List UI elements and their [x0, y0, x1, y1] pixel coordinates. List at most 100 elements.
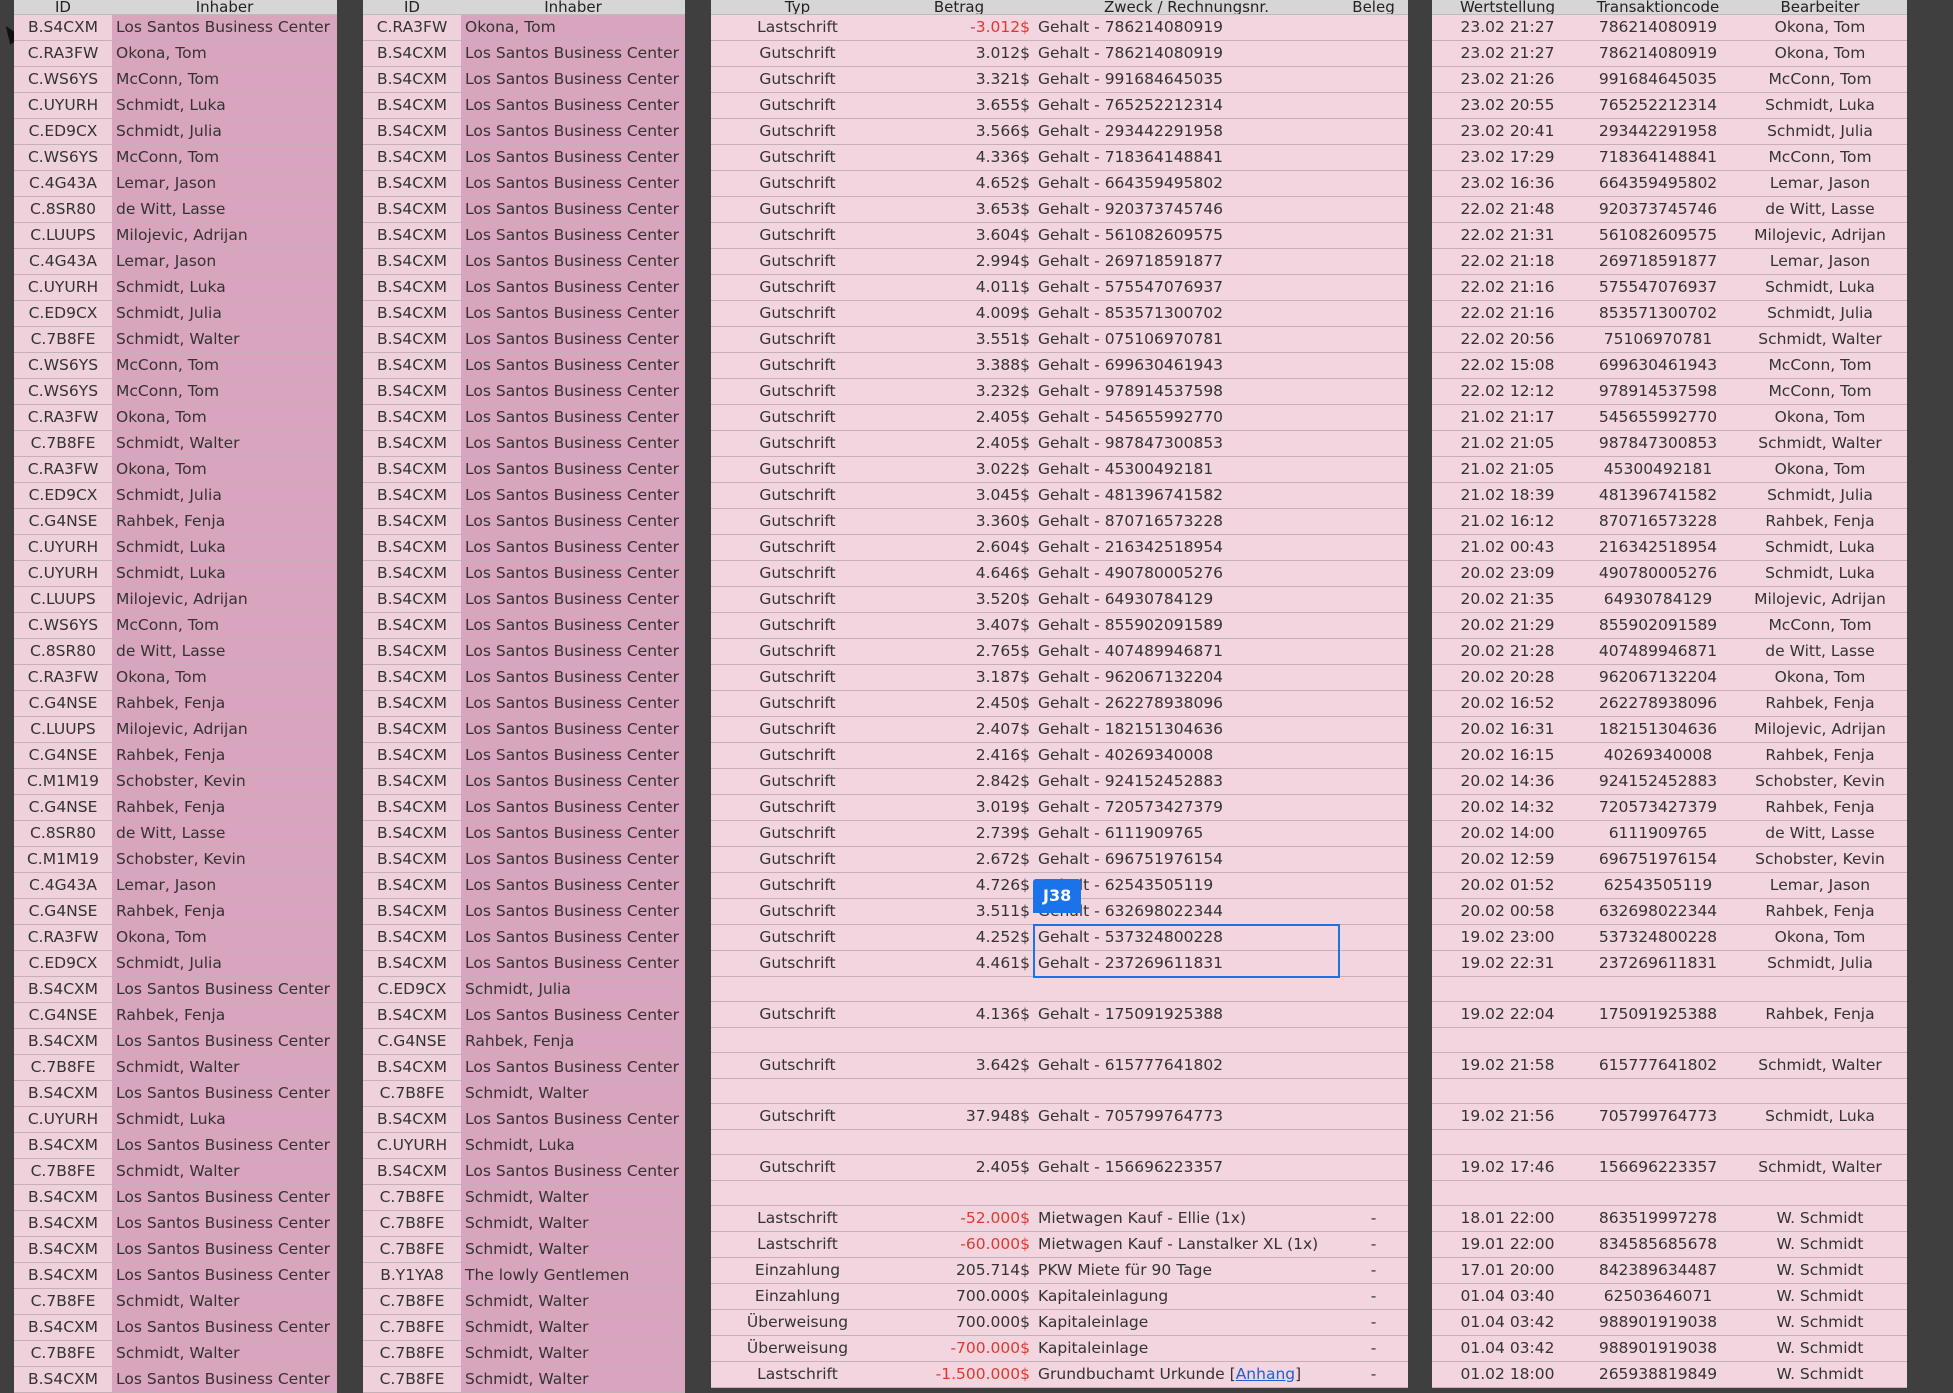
- row-wertstellung[interactable]: 20.02 23:09: [1432, 560, 1583, 587]
- row-partner-id[interactable]: B.S4CXM: [363, 404, 461, 431]
- row-inhaber[interactable]: Milojevic, Adrijan: [112, 716, 337, 743]
- row-id[interactable]: C.RA3FW: [14, 404, 112, 431]
- row-transaktioncode[interactable]: 561082609575: [1583, 222, 1733, 249]
- row-partner-id[interactable]: B.S4CXM: [363, 586, 461, 613]
- row-beleg[interactable]: [1339, 612, 1408, 639]
- row-beleg[interactable]: [1339, 664, 1408, 691]
- row-beleg[interactable]: [1339, 794, 1408, 821]
- row-betrag[interactable]: 4.726$: [884, 872, 1034, 899]
- row-beleg[interactable]: [1339, 66, 1408, 93]
- row-beleg[interactable]: -: [1339, 1335, 1408, 1362]
- row-betrag[interactable]: 3.655$: [884, 92, 1034, 119]
- row-partner-id[interactable]: C.7B8FE: [363, 1366, 461, 1393]
- row-wertstellung[interactable]: 19.02 22:04: [1432, 1001, 1583, 1028]
- row-betrag[interactable]: 2.407$: [884, 716, 1034, 743]
- row-typ[interactable]: [711, 1027, 884, 1053]
- row-beleg[interactable]: [1339, 872, 1408, 899]
- row-betrag[interactable]: 3.520$: [884, 586, 1034, 613]
- row-inhaber[interactable]: Schmidt, Walter: [112, 1340, 337, 1367]
- row-zweck[interactable]: Mietwagen Kauf - Lanstalker XL (1x): [1034, 1231, 1339, 1258]
- row-betrag[interactable]: 2.416$: [884, 742, 1034, 769]
- row-zweck[interactable]: Kapitaleinlage: [1034, 1335, 1339, 1362]
- row-bearbeiter[interactable]: W. Schmidt: [1733, 1205, 1907, 1232]
- row-wertstellung[interactable]: 20.02 01:52: [1432, 872, 1583, 899]
- row-wertstellung[interactable]: 19.02 21:58: [1432, 1052, 1583, 1079]
- row-bearbeiter[interactable]: Schmidt, Walter: [1733, 1154, 1907, 1181]
- row-wertstellung[interactable]: 20.02 21:35: [1432, 586, 1583, 613]
- row-id[interactable]: B.S4CXM: [14, 1132, 112, 1159]
- row-transaktioncode[interactable]: [1583, 1180, 1733, 1206]
- row-betrag[interactable]: 4.252$: [884, 924, 1034, 951]
- row-beleg[interactable]: [1339, 768, 1408, 795]
- row-wertstellung[interactable]: 01.04 03:42: [1432, 1335, 1583, 1362]
- row-inhaber[interactable]: Schmidt, Julia: [112, 118, 337, 145]
- row-partner-inhaber[interactable]: Los Santos Business Center: [461, 924, 685, 951]
- row-beleg[interactable]: [1339, 1052, 1408, 1079]
- row-beleg[interactable]: [1339, 92, 1408, 119]
- row-transaktioncode[interactable]: [1583, 1078, 1733, 1104]
- row-partner-inhaber[interactable]: Los Santos Business Center: [461, 742, 685, 769]
- row-inhaber[interactable]: Schmidt, Walter: [112, 1054, 337, 1081]
- row-bearbeiter[interactable]: Schmidt, Luka: [1733, 1103, 1907, 1130]
- row-transaktioncode[interactable]: 765252212314: [1583, 92, 1733, 119]
- row-betrag[interactable]: 3.022$: [884, 456, 1034, 483]
- row-zweck[interactable]: Gehalt - 262278938096: [1034, 690, 1339, 717]
- row-inhaber[interactable]: Schmidt, Luka: [112, 274, 337, 301]
- anhang-link[interactable]: Anhang: [1236, 1365, 1295, 1383]
- header-wertstellung[interactable]: Wertstellung: [1432, 0, 1583, 15]
- row-zweck[interactable]: Gehalt - 175091925388: [1034, 1001, 1339, 1028]
- row-partner-inhaber[interactable]: Los Santos Business Center: [461, 170, 685, 197]
- row-bearbeiter[interactable]: de Witt, Lasse: [1733, 638, 1907, 665]
- row-betrag[interactable]: 3.232$: [884, 378, 1034, 405]
- row-typ[interactable]: Lastschrift: [711, 1361, 884, 1388]
- row-inhaber[interactable]: Los Santos Business Center: [112, 1184, 337, 1211]
- row-partner-id[interactable]: B.S4CXM: [363, 612, 461, 639]
- row-bearbeiter[interactable]: Schobster, Kevin: [1733, 846, 1907, 873]
- row-transaktioncode[interactable]: 182151304636: [1583, 716, 1733, 743]
- row-bearbeiter[interactable]: McConn, Tom: [1733, 378, 1907, 405]
- row-partner-id[interactable]: B.S4CXM: [363, 482, 461, 509]
- row-zweck[interactable]: Gehalt - 407489946871: [1034, 638, 1339, 665]
- row-typ[interactable]: Gutschrift: [711, 690, 884, 717]
- row-partner-inhaber[interactable]: Los Santos Business Center: [461, 430, 685, 457]
- row-partner-id[interactable]: B.S4CXM: [363, 716, 461, 743]
- row-bearbeiter[interactable]: Rahbek, Fenja: [1733, 794, 1907, 821]
- row-id[interactable]: C.G4NSE: [14, 898, 112, 925]
- row-partner-inhaber[interactable]: Los Santos Business Center: [461, 326, 685, 353]
- row-partner-id[interactable]: B.S4CXM: [363, 1158, 461, 1185]
- row-partner-id[interactable]: B.S4CXM: [363, 560, 461, 587]
- row-id[interactable]: C.G4NSE: [14, 690, 112, 717]
- row-bearbeiter[interactable]: Milojevic, Adrijan: [1733, 222, 1907, 249]
- row-partner-id[interactable]: B.S4CXM: [363, 430, 461, 457]
- row-transaktioncode[interactable]: 870716573228: [1583, 508, 1733, 535]
- row-betrag[interactable]: 3.388$: [884, 352, 1034, 379]
- row-bearbeiter[interactable]: W. Schmidt: [1733, 1335, 1907, 1362]
- row-partner-id[interactable]: B.S4CXM: [363, 456, 461, 483]
- row-typ[interactable]: Gutschrift: [711, 170, 884, 197]
- row-transaktioncode[interactable]: 75106970781: [1583, 326, 1733, 353]
- row-beleg[interactable]: [1339, 742, 1408, 769]
- row-wertstellung[interactable]: 19.02 21:56: [1432, 1103, 1583, 1130]
- row-typ[interactable]: Gutschrift: [711, 404, 884, 431]
- row-partner-id[interactable]: B.S4CXM: [363, 170, 461, 197]
- row-inhaber[interactable]: Los Santos Business Center: [112, 1236, 337, 1263]
- row-inhaber[interactable]: Lemar, Jason: [112, 248, 337, 275]
- row-partner-inhaber[interactable]: Los Santos Business Center: [461, 950, 685, 977]
- row-typ[interactable]: Gutschrift: [711, 794, 884, 821]
- row-inhaber[interactable]: Los Santos Business Center: [112, 1314, 337, 1341]
- row-inhaber[interactable]: Okona, Tom: [112, 404, 337, 431]
- row-bearbeiter[interactable]: McConn, Tom: [1733, 612, 1907, 639]
- row-inhaber[interactable]: Los Santos Business Center: [112, 1080, 337, 1107]
- row-wertstellung[interactable]: 22.02 21:48: [1432, 196, 1583, 223]
- row-beleg[interactable]: [1339, 586, 1408, 613]
- row-beleg[interactable]: [1339, 144, 1408, 171]
- row-id[interactable]: B.S4CXM: [14, 1366, 112, 1393]
- row-transaktioncode[interactable]: 64930784129: [1583, 586, 1733, 613]
- row-beleg[interactable]: -: [1339, 1205, 1408, 1232]
- row-typ[interactable]: Gutschrift: [711, 898, 884, 925]
- row-typ[interactable]: Gutschrift: [711, 534, 884, 561]
- row-wertstellung[interactable]: 22.02 15:08: [1432, 352, 1583, 379]
- row-bearbeiter[interactable]: Okona, Tom: [1733, 404, 1907, 431]
- row-id[interactable]: C.7B8FE: [14, 326, 112, 353]
- row-partner-id[interactable]: B.S4CXM: [363, 846, 461, 873]
